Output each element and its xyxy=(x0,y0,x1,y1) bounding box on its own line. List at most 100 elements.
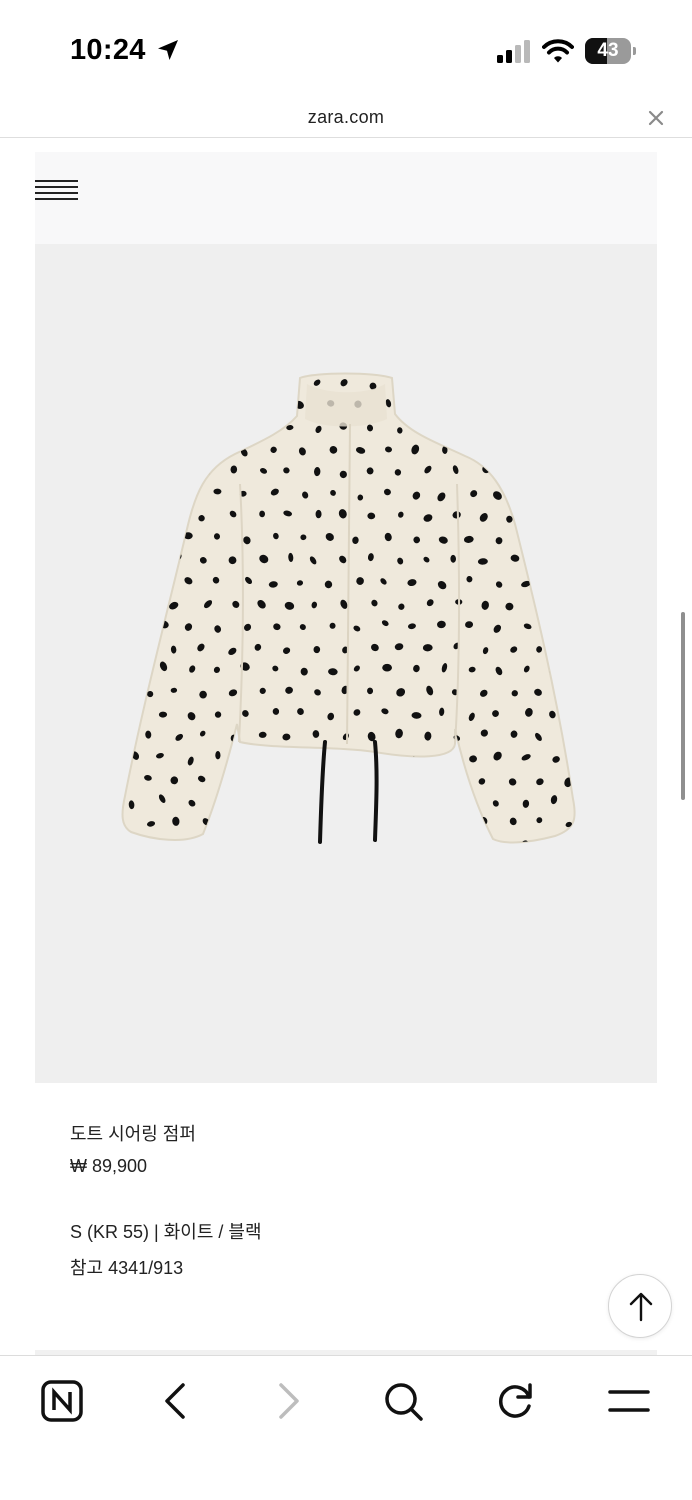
jacket-dot xyxy=(551,491,559,500)
status-bar: 10:24 43 xyxy=(0,0,692,100)
jacket-dot xyxy=(271,755,278,765)
arrow-up-icon xyxy=(629,1292,653,1322)
product-image[interactable] xyxy=(35,244,657,1083)
menu-icon xyxy=(608,1390,650,1412)
jacket-dot xyxy=(494,448,503,454)
jacket-dot xyxy=(199,423,206,433)
jacket-dot xyxy=(428,379,436,387)
jacket-dot xyxy=(285,381,294,389)
scroll-top-button[interactable] xyxy=(608,1274,672,1338)
jacket-dot xyxy=(130,401,139,408)
jacket-dot xyxy=(550,842,559,852)
jacket-dot xyxy=(482,381,490,389)
naver-home-button[interactable] xyxy=(37,1376,87,1426)
jacket-dot xyxy=(174,424,183,434)
jacket-dot xyxy=(341,780,348,787)
address-bar[interactable]: zara.com xyxy=(0,100,692,138)
jacket-dot xyxy=(552,447,561,455)
jacket-dot xyxy=(141,425,151,433)
jacket-dot xyxy=(576,666,585,673)
back-button[interactable] xyxy=(150,1376,200,1426)
jacket-dot xyxy=(566,378,574,386)
jacket-dot xyxy=(131,449,139,457)
jacket-dot xyxy=(270,840,278,843)
jacket-dot xyxy=(312,818,319,825)
jacket-dot xyxy=(241,839,250,843)
jacket-dot xyxy=(411,842,421,852)
jacket-dot xyxy=(215,751,221,760)
jacket-dot xyxy=(243,796,251,803)
site-header xyxy=(35,152,657,244)
jacket-dot xyxy=(122,469,127,478)
forward-icon xyxy=(279,1383,299,1419)
reload-icon xyxy=(498,1383,532,1418)
hamburger-menu-icon[interactable] xyxy=(35,180,78,200)
jacket-dot xyxy=(155,445,164,454)
jacket-dot xyxy=(146,378,155,389)
jacket-dot xyxy=(199,379,207,386)
search-button[interactable] xyxy=(378,1376,428,1426)
jacket-dot xyxy=(132,534,142,543)
jacket-dot xyxy=(171,378,177,388)
jacket-dot xyxy=(199,690,207,699)
jacket-dot xyxy=(287,823,294,829)
jacket-dot xyxy=(131,580,140,587)
jacket-dot xyxy=(577,448,583,456)
jacket-dot xyxy=(299,751,306,761)
jacket-dot xyxy=(142,513,151,521)
jacket-dot xyxy=(578,840,589,851)
jacket-dot xyxy=(576,755,586,762)
jacket-dot xyxy=(396,382,403,389)
reload-button[interactable] xyxy=(491,1376,541,1426)
jacket-dot xyxy=(423,774,430,782)
jacket-dot xyxy=(537,423,545,431)
jacket-dot xyxy=(213,844,220,853)
jacket-dot xyxy=(464,797,474,803)
menu-button[interactable] xyxy=(604,1376,654,1426)
jacket-dot xyxy=(466,404,474,411)
jacket-dot xyxy=(162,578,170,586)
jacket-dot xyxy=(187,446,196,453)
jacket-dot xyxy=(354,840,361,843)
close-icon[interactable] xyxy=(646,108,666,128)
product-name[interactable]: 도트 시어링 점퍼 xyxy=(70,1120,196,1146)
jacket-dot xyxy=(122,601,125,611)
jacket-dot xyxy=(566,601,575,608)
jacket-dot xyxy=(550,403,559,410)
jacket-dot xyxy=(383,757,391,765)
jacket-dot xyxy=(466,444,474,452)
jacket-dot xyxy=(226,376,237,385)
jacket-dot xyxy=(383,840,392,843)
jacket-dot xyxy=(564,471,572,480)
jacket-dot xyxy=(187,404,195,414)
jacket-dot xyxy=(122,689,123,696)
jacket-dot xyxy=(522,533,530,541)
jacket-dot xyxy=(258,426,266,434)
jacket-dot xyxy=(395,774,404,782)
jacket-dot xyxy=(437,401,446,409)
jacket-dot xyxy=(325,799,333,807)
address-url[interactable]: zara.com xyxy=(0,107,692,128)
jacket-dot xyxy=(356,798,365,809)
jacket-dot xyxy=(492,400,500,407)
jacket-dot xyxy=(577,620,584,629)
jacket-dot xyxy=(422,424,431,431)
jacket-dot xyxy=(581,491,589,499)
jacket-dot xyxy=(464,840,473,843)
jacket-dot xyxy=(478,424,486,431)
browser-toolbar xyxy=(0,1355,692,1500)
jacket-dot xyxy=(407,801,417,807)
jacket-dot xyxy=(492,842,500,850)
jacket-dot xyxy=(562,422,571,432)
jacket-dot xyxy=(224,819,233,828)
forward-button[interactable] xyxy=(264,1376,314,1426)
jacket-dot xyxy=(553,534,560,541)
jacket-dot xyxy=(523,446,530,454)
jacket-dot xyxy=(130,711,138,718)
jacket-dot xyxy=(397,820,404,828)
jacket-dot xyxy=(577,535,588,545)
jacket-dot xyxy=(341,819,352,826)
jacket-dot xyxy=(171,465,178,474)
jacket-dot xyxy=(521,403,530,410)
scrollbar-thumb[interactable] xyxy=(681,612,685,800)
